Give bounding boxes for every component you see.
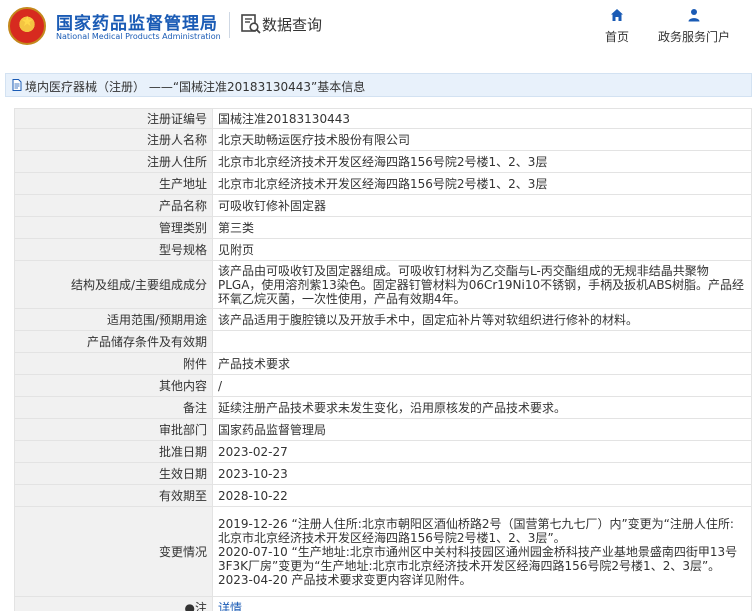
field-value: 北京市北京经济技术开发区经海四路156号院2号楼1、2、3层	[212, 172, 752, 195]
field-value: 北京市北京经济技术开发区经海四路156号院2号楼1、2、3层	[212, 150, 752, 173]
field-value: 2023-10-23	[212, 462, 752, 485]
table-row: 注册人名称 北京天助畅运医疗技术股份有限公司	[14, 128, 752, 151]
field-label: 管理类别	[14, 216, 213, 239]
table-row: ●注 详情	[14, 596, 752, 611]
field-value: 该产品由可吸收钉及固定器组成。可吸收钉材料为乙交酯与L-丙交酯组成的无规非结晶共…	[212, 260, 752, 309]
field-label: 注册证编号	[14, 108, 213, 129]
field-value: 产品技术要求	[212, 352, 752, 375]
nav-gov-service-label[interactable]: 政务服务门户	[658, 30, 730, 44]
device-detail-table: 注册证编号 国械注准20183130443 注册人名称 北京天助畅运医疗技术股份…	[14, 108, 752, 611]
field-value: /	[212, 374, 752, 397]
table-row: 其他内容 /	[14, 374, 752, 397]
change-history-value: 2019-12-26 “注册人住所:北京市朝阳区酒仙桥路2号（国营第七九七厂）内…	[212, 506, 752, 597]
home-icon	[611, 9, 623, 21]
field-label: 审批部门	[14, 418, 213, 441]
table-row: 批准日期 2023-02-27	[14, 440, 752, 463]
header-divider	[229, 12, 230, 38]
page-title: 数据查询	[262, 16, 323, 34]
field-value: 北京天助畅运医疗技术股份有限公司	[212, 128, 752, 151]
org-name-en[interactable]: National Medical Products Administration	[56, 32, 221, 41]
field-label: 生效日期	[14, 462, 213, 485]
site-header: ★ 国家药品监督管理局 National Medical Products Ad…	[0, 0, 752, 62]
field-label: 注册人名称	[14, 128, 213, 151]
table-row: 结构及组成/主要组成成分 该产品由可吸收钉及固定器组成。可吸收钉材料为乙交酯与L…	[14, 260, 752, 309]
table-row: 产品储存条件及有效期	[14, 330, 752, 353]
field-label: 注册人住所	[14, 150, 213, 173]
field-label: 结构及组成/主要组成成分	[14, 260, 213, 309]
table-row: 生产地址 北京市北京经济技术开发区经海四路156号院2号楼1、2、3层	[14, 172, 752, 195]
org-name-cn[interactable]: 国家药品监督管理局	[56, 9, 218, 34]
field-label: 备注	[14, 396, 213, 419]
national-emblem-logo: ★	[8, 7, 46, 45]
details-link[interactable]: 详情	[218, 601, 242, 611]
field-label: 附件	[14, 352, 213, 375]
breadcrumb-text: 境内医疗器械（注册） ——“国械注准20183130443”基本信息	[25, 80, 366, 94]
table-row: 备注 延续注册产品技术要求未发生变化，沿用原核发的产品技术要求。	[14, 396, 752, 419]
field-value: 国家药品监督管理局	[212, 418, 752, 441]
table-row: 管理类别 第三类	[14, 216, 752, 239]
field-value: 该产品适用于腹腔镜以及开放手术中，固定疝补片等对软组织进行修补的材料。	[212, 308, 752, 331]
table-row: 审批部门 国家药品监督管理局	[14, 418, 752, 441]
table-row: 注册证编号 国械注准20183130443	[14, 108, 752, 129]
table-row: 产品名称 可吸收钉修补固定器	[14, 194, 752, 217]
field-value: 国械注准20183130443	[212, 108, 752, 129]
field-label: 产品储存条件及有效期	[14, 330, 213, 353]
field-label: 适用范围/预期用途	[14, 308, 213, 331]
table-row: 有效期至 2028-10-22	[14, 484, 752, 507]
field-label: 批准日期	[14, 440, 213, 463]
table-row: 变更情况 2019-12-26 “注册人住所:北京市朝阳区酒仙桥路2号（国营第七…	[14, 506, 752, 597]
field-value	[212, 330, 752, 353]
table-row: 型号规格 见附页	[14, 238, 752, 261]
field-value: 见附页	[212, 238, 752, 261]
field-label: 变更情况	[14, 506, 213, 597]
nav-home-label[interactable]: 首页	[605, 30, 629, 44]
field-value: 可吸收钉修补固定器	[212, 194, 752, 217]
person-icon	[688, 9, 700, 22]
field-label: 生产地址	[14, 172, 213, 195]
document-icon	[12, 79, 22, 91]
field-label: 有效期至	[14, 484, 213, 507]
field-label: 产品名称	[14, 194, 213, 217]
field-value: 延续注册产品技术要求未发生变化，沿用原核发的产品技术要求。	[212, 396, 752, 419]
field-label: 其他内容	[14, 374, 213, 397]
table-row: 注册人住所 北京市北京经济技术开发区经海四路156号院2号楼1、2、3层	[14, 150, 752, 173]
search-document-icon	[241, 14, 261, 34]
field-label: ●注	[14, 596, 213, 611]
field-value: 2028-10-22	[212, 484, 752, 507]
table-row: 适用范围/预期用途 该产品适用于腹腔镜以及开放手术中，固定疝补片等对软组织进行修…	[14, 308, 752, 331]
field-label: 型号规格	[14, 238, 213, 261]
nav-home[interactable]: 首页	[600, 8, 634, 45]
table-row: 附件 产品技术要求	[14, 352, 752, 375]
field-value: 第三类	[212, 216, 752, 239]
field-value: 2023-02-27	[212, 440, 752, 463]
nav-gov-service[interactable]: 政务服务门户	[652, 8, 736, 45]
table-row: 生效日期 2023-10-23	[14, 462, 752, 485]
breadcrumb: 境内医疗器械（注册） ——“国械注准20183130443”基本信息	[5, 73, 752, 97]
